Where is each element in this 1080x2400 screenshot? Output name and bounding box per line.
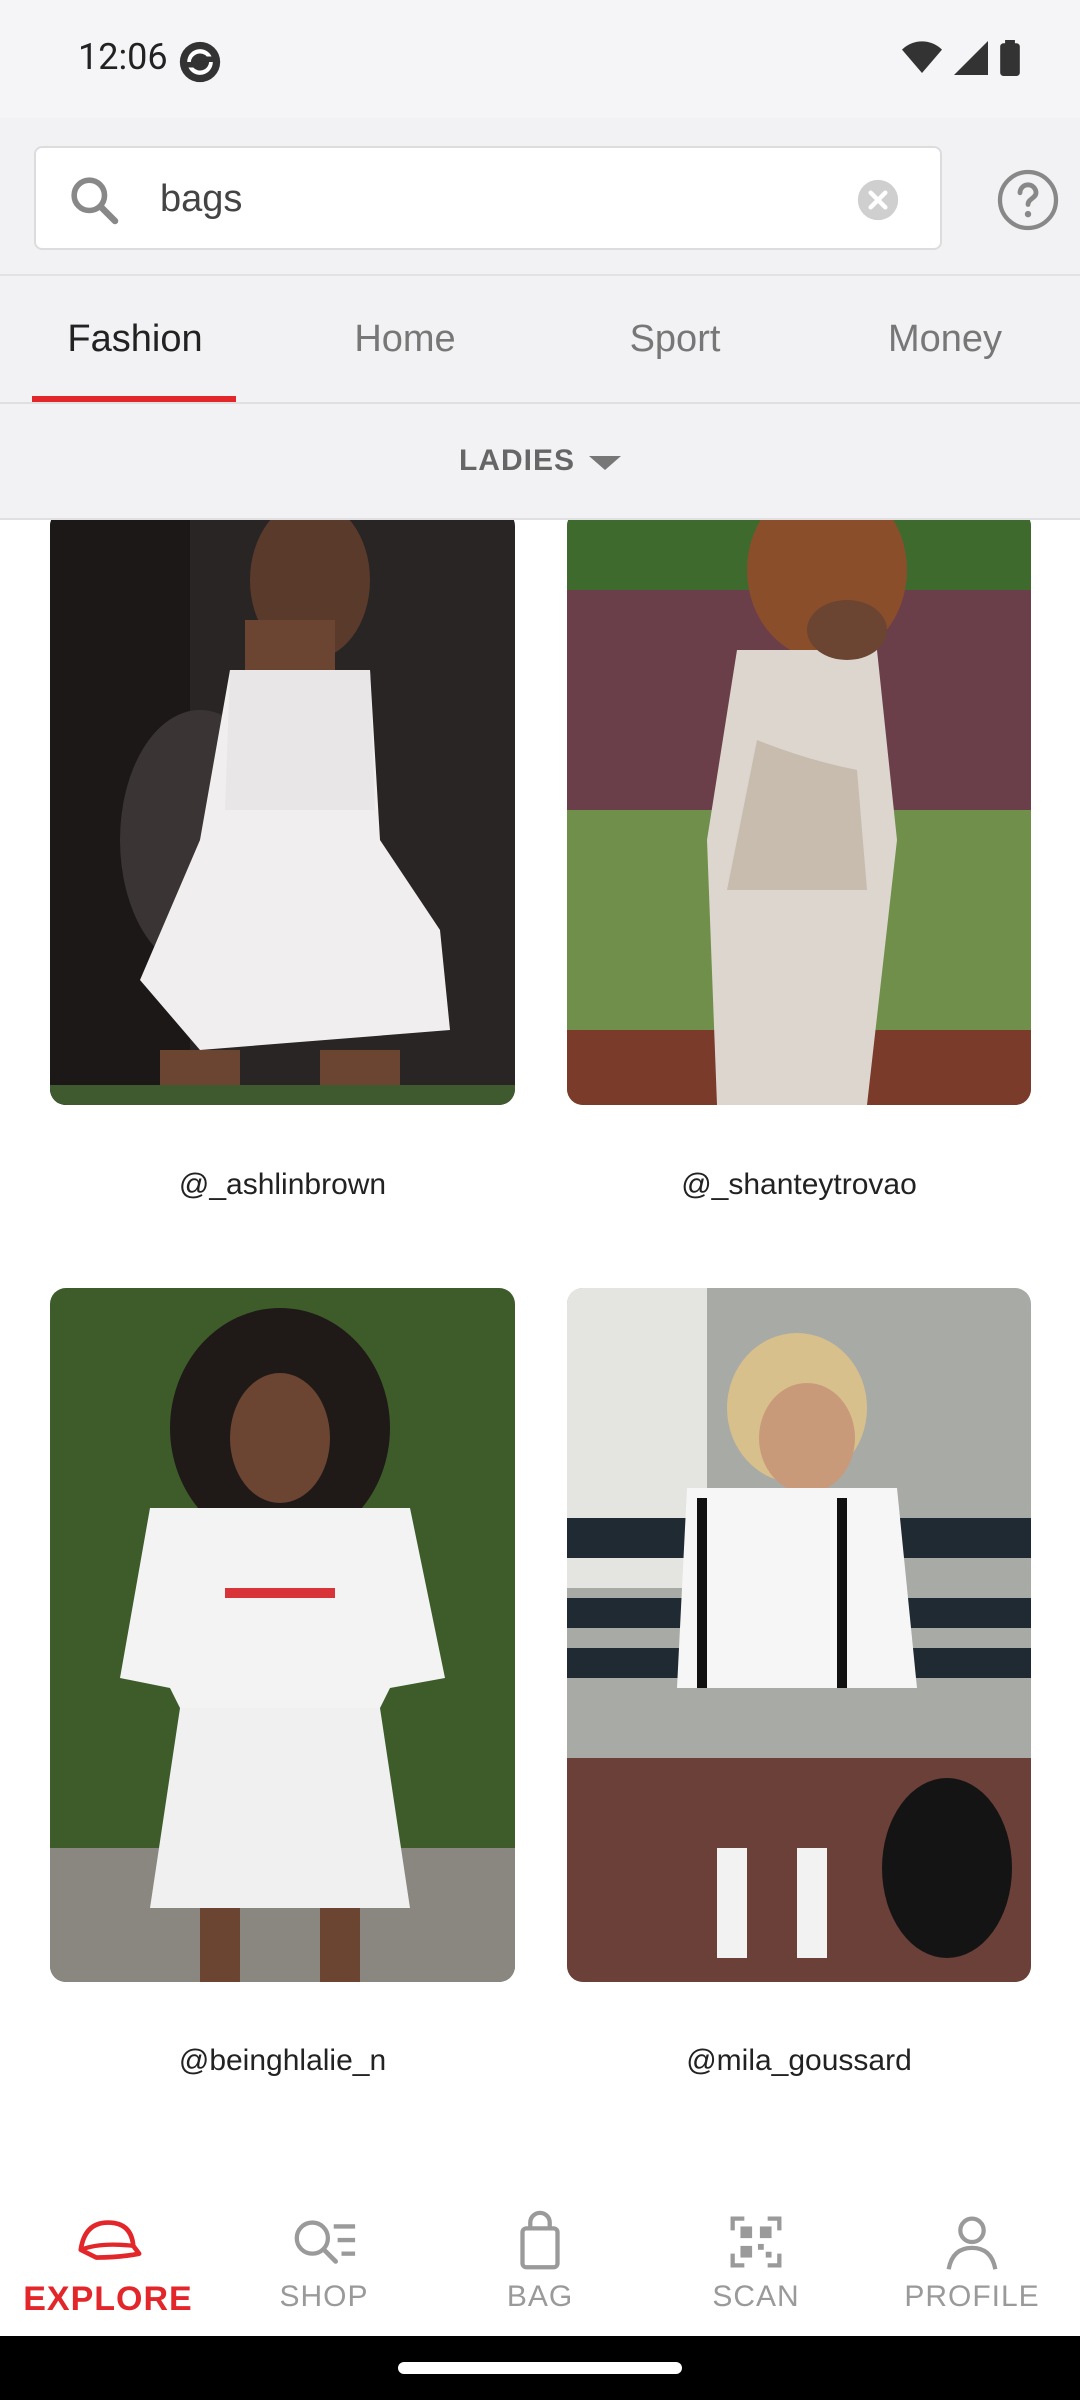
tab-home[interactable]: Home	[270, 276, 540, 402]
tab-fashion[interactable]: Fashion	[0, 276, 270, 402]
style-feed: @_ashlinbrown @_shanteytrovao @beinghlal…	[0, 520, 1080, 2200]
system-gesture-bar	[0, 2336, 1080, 2400]
caret-down-icon	[589, 456, 621, 470]
home-gesture-handle[interactable]	[398, 2362, 682, 2374]
nav-bag-label: BAG	[506, 2280, 574, 2313]
wifi-icon	[902, 41, 942, 73]
nav-profile-label: PROFILE	[904, 2280, 1040, 2313]
nav-shop[interactable]: SHOP	[216, 2190, 432, 2336]
shop-search-icon	[294, 2220, 356, 2264]
search-input[interactable]: bags	[34, 146, 942, 250]
nav-scan[interactable]: SCAN	[648, 2190, 864, 2336]
qr-scan-icon	[730, 2216, 782, 2268]
gender-filter[interactable]: LADIES	[0, 404, 1080, 520]
battery-icon	[1000, 40, 1020, 76]
feed-handle-4[interactable]: @mila_goussard	[567, 2044, 1031, 2078]
feed-handle-2[interactable]: @_shanteytrovao	[567, 1168, 1031, 1202]
nav-bag[interactable]: BAG	[432, 2190, 648, 2336]
nav-explore-label: EXPLORE	[23, 2280, 193, 2318]
status-icons	[902, 40, 1020, 76]
cap-icon	[78, 2220, 142, 2260]
feed-image-1[interactable]	[50, 520, 515, 1105]
sync-icon	[179, 41, 221, 83]
nav-scan-label: SCAN	[712, 2280, 800, 2313]
nav-explore[interactable]: EXPLORE	[0, 2190, 216, 2336]
search-header: bags	[0, 118, 1080, 276]
search-icon	[71, 177, 119, 225]
active-tab-indicator	[32, 396, 236, 402]
search-query[interactable]: bags	[160, 178, 242, 221]
feed-image-2[interactable]	[567, 520, 1031, 1105]
nav-shop-label: SHOP	[279, 2280, 369, 2313]
tab-money[interactable]: Money	[810, 276, 1080, 402]
help-icon[interactable]	[996, 168, 1060, 232]
profile-icon	[946, 2216, 998, 2270]
status-bar: 12:06	[0, 0, 1080, 118]
clear-icon[interactable]	[856, 178, 900, 222]
nav-profile[interactable]: PROFILE	[864, 2190, 1080, 2336]
feed-image-4[interactable]	[567, 1288, 1031, 1982]
tab-sport[interactable]: Sport	[540, 276, 810, 402]
category-tabs: Fashion Home Sport Money	[0, 276, 1080, 404]
filter-label: LADIES	[458, 444, 575, 477]
signal-icon	[954, 41, 988, 75]
feed-image-3[interactable]	[50, 1288, 515, 1982]
bottom-navigation: EXPLORE SHOP BAG SCAN PROFILE	[0, 2190, 1080, 2336]
status-time: 12:06	[78, 36, 168, 78]
shopping-bag-icon	[520, 2210, 560, 2270]
feed-handle-1[interactable]: @_ashlinbrown	[50, 1168, 515, 1202]
feed-handle-3[interactable]: @beinghlalie_n	[50, 2044, 515, 2078]
